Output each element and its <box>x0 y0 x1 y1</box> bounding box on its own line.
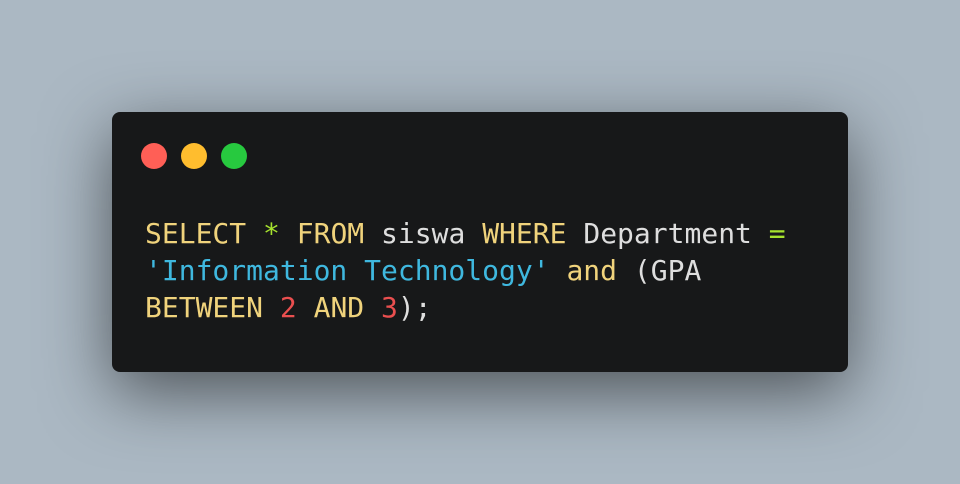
close-dot-icon[interactable] <box>141 143 167 169</box>
code-line-2: 'Information Technology' and (GPA <box>145 252 786 289</box>
code-block: SELECT * FROM siswa WHERE Department = 'I… <box>145 215 786 326</box>
code-token: FROM <box>296 217 365 250</box>
code-token: AND <box>313 291 365 324</box>
code-token: 2 <box>279 291 297 324</box>
code-token: (GPA <box>617 254 702 287</box>
code-token: 'Information Technology' <box>145 254 550 287</box>
code-token: ); <box>397 291 432 324</box>
code-token: and <box>566 254 618 287</box>
code-token: SELECT <box>145 217 247 250</box>
code-token: = <box>768 217 786 250</box>
maximize-dot-icon[interactable] <box>221 143 247 169</box>
code-token: BETWEEN <box>145 291 264 324</box>
minimize-dot-icon[interactable] <box>181 143 207 169</box>
code-window: SELECT * FROM siswa WHERE Department = 'I… <box>112 112 848 372</box>
code-token: siswa <box>364 217 483 250</box>
code-token: * <box>263 217 280 250</box>
code-token: 3 <box>381 291 398 324</box>
code-token: Department <box>566 217 769 250</box>
code-line-1: SELECT * FROM siswa WHERE Department = <box>145 215 786 252</box>
code-line-3: BETWEEN 2 AND 3); <box>145 289 786 326</box>
code-token: WHERE <box>482 217 567 250</box>
window-controls <box>141 143 247 169</box>
